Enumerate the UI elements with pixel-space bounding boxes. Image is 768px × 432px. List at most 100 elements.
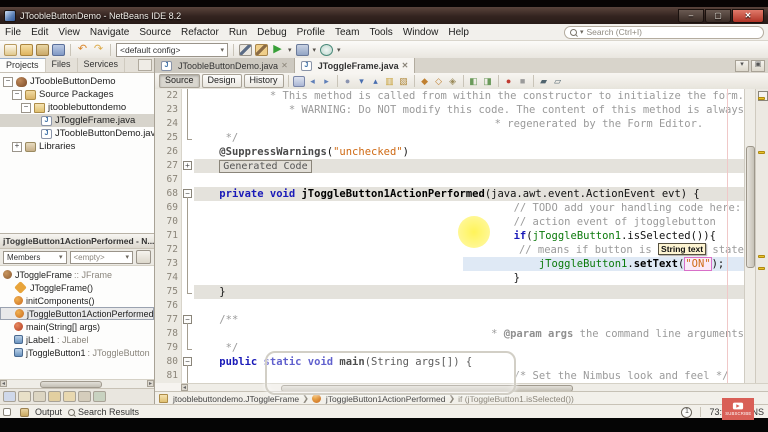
view-button-source[interactable]: Source [159,74,200,88]
inspect-icon[interactable]: ◈ [447,76,459,87]
breadcrumb-item[interactable]: if (jToggleButton1.isSelected()) [458,394,574,404]
breadcrumb-item[interactable]: jToggleButton1ActionPerformed [312,394,446,404]
chevron-down-icon[interactable]: ▾ [288,46,292,54]
select-in-projects-icon[interactable]: ▧ [398,76,410,87]
macro-stop-icon[interactable]: ▱ [552,76,564,87]
find-previous-icon[interactable]: ▴ [370,76,382,87]
expander-icon[interactable]: − [21,103,31,113]
menu-file[interactable]: File [0,27,26,38]
empty-dropdown[interactable]: <empty> ▾ [70,251,134,264]
navigator-item-jtoggleframe-[interactable]: JToggleFrame() [0,281,154,294]
close-button[interactable]: ✕ [732,9,764,23]
navigator-item-main-string-args-[interactable]: main(String[] args) [0,320,154,333]
redo-icon[interactable]: ↷ [92,44,105,56]
shift-left-icon[interactable]: ◧ [468,76,480,87]
menu-navigate[interactable]: Navigate [85,27,134,38]
error-stripe[interactable] [755,89,768,383]
filter-sort-alpha-button[interactable] [78,391,91,402]
forward-icon[interactable]: ▸ [321,76,333,87]
filter-public-button[interactable] [48,391,61,402]
tree-item-libraries[interactable]: +Libraries [0,140,154,153]
fold-toggle-icon[interactable]: + [182,159,194,173]
build-project-icon[interactable] [239,44,252,56]
tree-item-jtooblebuttondemo[interactable]: −JToobleButtonDemo [0,75,154,88]
uncomment-icon[interactable]: ◇ [433,76,445,87]
menu-source[interactable]: Source [134,27,176,38]
window-grid-icon[interactable] [3,408,11,416]
panel-minimize-icon[interactable] [138,59,152,71]
editor-tab-jtoggleframe-java[interactable]: JJToggleFrame.java✕ [295,58,416,73]
macro-start-icon[interactable]: ▰ [538,76,550,87]
subscribe-overlay-button[interactable]: SUBSCRIBE [722,398,754,420]
breakpoint-icon[interactable]: ● [503,76,515,87]
menu-tools[interactable]: Tools [364,27,397,38]
stop-icon[interactable]: ■ [517,76,529,87]
fold-toggle-icon[interactable]: − [182,187,194,201]
chevron-down-icon[interactable]: ▾ [337,46,341,54]
view-button-history[interactable]: History [244,74,284,88]
search-input[interactable]: ▾ Search (Ctrl+I) [564,26,764,39]
notification-badge[interactable]: 1 [681,407,692,418]
close-tab-icon[interactable]: ✕ [402,61,409,70]
menu-team[interactable]: Team [330,27,364,38]
back-icon[interactable]: ◂ [307,76,319,87]
view-button-design[interactable]: Design [202,74,242,88]
bottom-tab-output[interactable]: Output [20,407,62,417]
navigator-item-jtogglebutton1actionperformed-actioneven[interactable]: jToggleButton1ActionPerformed(ActionEven… [0,307,154,320]
menu-run[interactable]: Run [224,27,252,38]
navigator-item-jtogglebutton1[interactable]: jToggleButton1 : JToggleButton [0,346,154,359]
fold-toggle-icon[interactable]: − [182,313,194,327]
bottom-tab-search-results[interactable]: Search Results [68,407,139,417]
config-selector[interactable]: <default config>▾ [116,43,228,57]
filter-static-button[interactable] [33,391,46,402]
breadcrumb-item[interactable]: jtooblebuttondemo.JToggleFrame [159,394,299,404]
warning-mark-icon[interactable] [758,255,765,258]
new-file-icon[interactable] [4,44,17,56]
last-edit-icon[interactable] [293,76,305,87]
profile-project-icon[interactable] [320,44,333,56]
expander-icon[interactable]: + [12,142,22,152]
navigator-hscrollbar[interactable]: ◂ ▸ [0,379,154,388]
members-dropdown[interactable]: Members ▾ [3,251,67,264]
filter-non-public-button[interactable] [63,391,76,402]
comment-icon[interactable]: ◆ [419,76,431,87]
filter-fields-button[interactable] [18,391,31,402]
undo-icon[interactable]: ↶ [76,44,89,56]
tab-files[interactable]: Files [46,58,78,72]
editor-vscrollbar[interactable] [744,89,755,383]
warning-mark-icon[interactable] [758,267,765,270]
menu-help[interactable]: Help [443,27,474,38]
clean-build-icon[interactable] [255,44,268,56]
menu-view[interactable]: View [53,27,85,38]
save-all-icon[interactable] [52,44,65,56]
tab-services[interactable]: Services [78,58,126,72]
menu-profile[interactable]: Profile [292,27,330,38]
chevron-down-icon[interactable]: ▾ [313,46,317,54]
expander-icon[interactable]: − [12,90,22,100]
tree-item-source-packages[interactable]: −Source Packages [0,88,154,101]
navigator-item-jtoggleframe[interactable]: JToggleFrame :: JFrame [0,268,154,281]
tab-projects[interactable]: Projects [0,58,46,72]
close-tab-icon[interactable]: ✕ [281,61,288,70]
debug-project-icon[interactable] [296,44,309,56]
menu-refactor[interactable]: Refactor [176,27,224,38]
editor-tab-jtooblebuttondemo-java[interactable]: JJToobleButtonDemo.java✕ [155,58,295,73]
warning-mark-icon[interactable] [758,151,765,154]
tree-item-jtoggleframe-java[interactable]: JJToggleFrame.java [0,114,154,127]
find-next-icon[interactable]: ▾ [356,76,368,87]
tree-item-jtooblebuttondemo-java[interactable]: JJToobleButtonDemo.java [0,127,154,140]
filter-sort-source-button[interactable] [93,391,106,402]
scroll-left-icon[interactable]: ◂ [181,384,188,391]
fold-toggle-icon[interactable]: − [182,355,194,369]
navigator-options-button[interactable] [136,250,151,264]
navigator-item-initcomponents-[interactable]: initComponents() [0,294,154,307]
tree-item-jtooblebuttondemo[interactable]: −jtooblebuttondemo [0,101,154,114]
tab-list-dropdown-icon[interactable]: ▾ [735,60,749,72]
new-project-icon[interactable] [20,44,33,56]
warning-mark-icon[interactable] [758,97,765,100]
scroll-right-icon[interactable]: ▸ [147,380,154,387]
maximize-editor-icon[interactable]: ▣ [751,60,765,72]
menu-window[interactable]: Window [398,27,444,38]
open-project-icon[interactable] [36,44,49,56]
shift-right-icon[interactable]: ◨ [482,76,494,87]
